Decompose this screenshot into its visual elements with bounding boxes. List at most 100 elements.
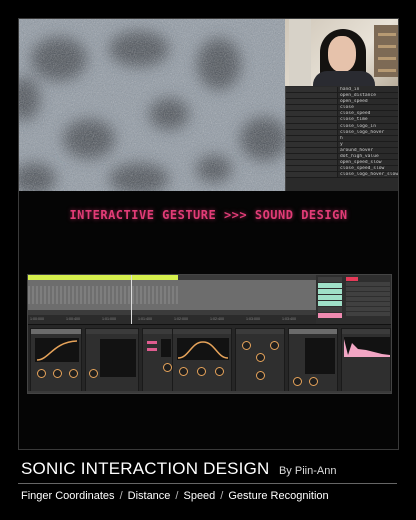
feature-item: Finger Coordinates [21, 490, 115, 502]
osc-param-label: hand_in [340, 87, 360, 92]
browser-categories [318, 277, 342, 319]
browser-mixer [346, 277, 390, 322]
device-value-bar [147, 348, 157, 351]
device-spectrum[interactable] [341, 328, 391, 393]
mixer-row[interactable] [346, 282, 390, 286]
footer-title-row: SONIC INTERACTION DESIGN By Piin-Ann [21, 459, 336, 479]
mixer-row[interactable] [346, 287, 390, 291]
webcam-person-body [313, 71, 375, 86]
device-eq[interactable] [172, 328, 232, 393]
device-knob[interactable] [293, 377, 302, 386]
browser-item[interactable] [318, 301, 342, 306]
osc-param-label: close_time [340, 117, 368, 123]
feature-item: Distance [127, 490, 171, 502]
osc-param-label: close_speed_slow [340, 166, 385, 172]
timeline-label: 1:03:400 [282, 317, 296, 321]
webcam-view [285, 19, 398, 86]
osc-param-label: close_logo_hover_slow [340, 172, 399, 178]
device-knob[interactable] [256, 371, 265, 380]
osc-parameter-list: hand_in open_distance open_speed close c… [285, 86, 399, 191]
device-knob[interactable] [197, 367, 206, 376]
mixer-row[interactable] [346, 307, 390, 311]
device-knob[interactable] [89, 369, 98, 378]
device-knob[interactable] [179, 367, 188, 376]
envelope-curve [36, 340, 78, 361]
timeline-label: 1:01:000 [102, 317, 116, 321]
device-knob[interactable] [242, 341, 251, 350]
osc-param-label: open_speed [340, 99, 368, 105]
feature-separator: / [175, 490, 179, 502]
daw-window: 1:00:000 1:00:400 1:01:000 1:01:400 1:02… [27, 274, 392, 394]
mixer-row[interactable] [346, 292, 390, 296]
browser-item[interactable] [318, 307, 342, 312]
reverb-display [305, 338, 335, 374]
osc-param-label: h [340, 135, 343, 141]
device-oscillator[interactable] [85, 328, 139, 393]
osc-row[interactable]: close_logo_hover_slow [286, 172, 399, 179]
byline-prefix: By [278, 465, 292, 477]
device-compressor[interactable] [235, 328, 285, 393]
feature-item: Gesture Recognition [228, 490, 329, 502]
browser-item[interactable] [318, 289, 342, 294]
webcam-bookshelf [374, 25, 398, 77]
eq-curve [177, 341, 229, 359]
mixer-row[interactable] [346, 297, 390, 301]
eq-display [177, 338, 229, 360]
mixer-row[interactable] [346, 302, 390, 306]
browser-item[interactable] [318, 283, 342, 288]
device-knob[interactable] [309, 377, 318, 386]
audio-clip[interactable] [28, 280, 316, 310]
envelope-display [35, 338, 79, 362]
playhead[interactable] [131, 275, 132, 324]
browser-item[interactable] [318, 277, 342, 282]
project-title: SONIC INTERACTION DESIGN [21, 459, 270, 478]
device-knob[interactable] [37, 369, 46, 378]
osc-param-label: around_hover [340, 147, 374, 153]
feature-separator: / [220, 490, 224, 502]
arrangement-view: 1:00:000 1:00:400 1:01:000 1:01:400 1:02… [28, 275, 316, 324]
record-indicator[interactable] [346, 277, 358, 281]
headline: INTERACTIVE GESTURE >>> SOUND DESIGN [69, 208, 348, 222]
status-bar [28, 391, 391, 393]
device-knob[interactable] [163, 363, 172, 372]
device-value-bar [147, 341, 157, 344]
device-reverb[interactable] [288, 328, 338, 393]
spectrum-curve [344, 339, 390, 357]
spectrum-display [344, 337, 390, 357]
feature-list: Finger Coordinates / Distance / Speed / Gestur… [21, 490, 329, 502]
feature-item: Speed [183, 490, 216, 502]
browser-item[interactable] [318, 313, 342, 318]
device-knob[interactable] [53, 369, 62, 378]
device-knob[interactable] [215, 367, 224, 376]
device-synth[interactable] [30, 328, 82, 393]
browser-item[interactable] [318, 295, 342, 300]
feature-separator: / [119, 490, 123, 502]
oscillator-display [100, 339, 136, 377]
noise-texture-visual [19, 19, 285, 191]
author-name: Piin-Ann [294, 465, 337, 477]
osc-param-label: close [340, 105, 354, 111]
device-knob[interactable] [270, 341, 279, 350]
device-knob[interactable] [256, 353, 265, 362]
showcase-frame: hand_in open_distance open_speed close c… [18, 18, 399, 450]
osc-param-label: close_logo_in [340, 123, 376, 129]
timeline-label: 1:03:000 [246, 317, 260, 321]
osc-param-label: y [340, 141, 343, 147]
timeline-label: 1:00:000 [30, 317, 44, 321]
footer-divider [18, 483, 397, 484]
osc-param-label: open_speed_slow [340, 160, 382, 166]
osc-rows: hand_in open_distance open_speed close c… [286, 87, 399, 179]
timeline-label: 1:02:400 [210, 317, 224, 321]
webcam-person-face [328, 36, 356, 72]
timeline-label: 1:01:400 [138, 317, 152, 321]
timeline-label: 1:00:400 [66, 317, 80, 321]
byline: By Piin-Ann [279, 465, 336, 477]
osc-param-label: close_logo_hover [340, 129, 385, 135]
osc-param-label: dot_high_value [340, 154, 379, 160]
device-knob[interactable] [69, 369, 78, 378]
waveform [28, 286, 178, 304]
timeline-ruler[interactable]: 1:00:000 1:00:400 1:01:000 1:01:400 1:02… [28, 315, 316, 324]
meter [161, 339, 171, 357]
mixer-row[interactable] [346, 312, 390, 316]
webcam-door [289, 19, 311, 86]
